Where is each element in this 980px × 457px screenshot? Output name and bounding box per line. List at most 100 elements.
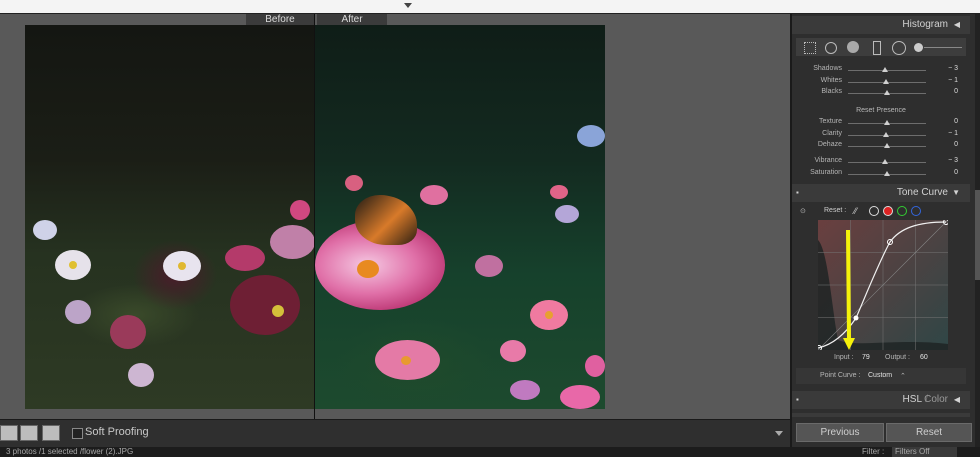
filmstrip-info: 3 photos /1 selected /flower (2).JPG: [6, 447, 134, 456]
brush-slider[interactable]: [924, 47, 962, 48]
slider-label: Whites: [820, 76, 842, 84]
slider-value[interactable]: − 3: [932, 65, 958, 72]
red-channel-icon[interactable]: [883, 206, 893, 216]
after-photo: [315, 25, 605, 409]
slider-knob[interactable]: [884, 90, 890, 95]
collapse-arrow-icon: ▼: [952, 188, 960, 197]
slider-label: Saturation: [810, 168, 842, 176]
presence-reset-label[interactable]: Reset Presence: [792, 107, 970, 114]
filter-label: Filter :: [862, 447, 885, 456]
slider-row: Saturation 0: [792, 169, 970, 180]
tone-curve-title: Tone Curve: [896, 187, 948, 198]
slider-knob[interactable]: [881, 159, 888, 164]
filter-dropdown[interactable]: Filters Off: [892, 447, 957, 457]
slider-row: Blacks 0: [792, 88, 970, 99]
slider-value[interactable]: − 3: [932, 157, 958, 164]
rgb-channel-icon[interactable]: [869, 206, 879, 216]
tone-curve-graph[interactable]: [818, 220, 948, 350]
slider-knob[interactable]: [884, 143, 890, 148]
slider-value[interactable]: − 1: [932, 130, 958, 137]
output-value: 60: [920, 354, 928, 361]
flower: [500, 340, 526, 362]
filmstrip-bar: 3 photos /1 selected /flower (2).JPG Fil…: [0, 447, 980, 457]
curve-point-selected[interactable]: [853, 315, 859, 321]
parametric-curve-icon[interactable]: ⁄⁄: [854, 207, 863, 216]
crop-overlay-icon[interactable]: [804, 42, 816, 54]
flower: [510, 380, 540, 400]
slider-row: Shadows − 3: [792, 65, 970, 76]
swap-settings-icon[interactable]: [42, 425, 60, 441]
flower: [475, 255, 503, 277]
flower: [225, 245, 265, 271]
split-divider[interactable]: [314, 14, 315, 419]
point-curve-dropdown[interactable]: Custom: [868, 372, 892, 379]
slider-knob[interactable]: [883, 131, 890, 137]
flower-center: [272, 305, 284, 317]
green-channel-icon[interactable]: [897, 206, 907, 216]
photo-compare[interactable]: [25, 25, 605, 409]
before-label: Before: [246, 14, 314, 25]
panel-toggle-icon[interactable]: ▪: [796, 391, 799, 409]
histogram-title: Histogram: [902, 19, 948, 30]
color-tab[interactable]: Color: [924, 391, 948, 409]
previous-button[interactable]: Previous: [796, 423, 884, 442]
spot-removal-icon[interactable]: [825, 42, 837, 54]
flower-center: [357, 260, 379, 278]
slider-value[interactable]: 0: [932, 88, 958, 95]
tool-strip: [796, 38, 966, 56]
histogram-header[interactable]: Histogram ◀: [792, 16, 970, 34]
flower: [55, 250, 91, 280]
input-value: 79: [862, 354, 870, 361]
hsl-color-header[interactable]: ▪ HSL / Color ◀: [792, 391, 970, 409]
slider-value[interactable]: − 1: [932, 77, 958, 84]
panel-toggle-icon[interactable]: ▪: [796, 184, 799, 202]
slider-value[interactable]: 0: [932, 141, 958, 148]
flower: [550, 185, 568, 199]
flower-center: [545, 311, 553, 319]
slider-label: Shadows: [813, 65, 842, 72]
swap-before-after-icon[interactable]: [0, 425, 18, 441]
input-label: Input :: [834, 354, 854, 361]
copy-settings-icon[interactable]: [20, 425, 38, 441]
bottom-toolbar: Soft Proofing: [0, 419, 790, 447]
flower: [420, 185, 448, 205]
reset-button[interactable]: Reset: [886, 423, 972, 442]
panel-collapse-icon[interactable]: [404, 3, 412, 8]
slider-knob[interactable]: [884, 120, 890, 125]
slider-value[interactable]: 0: [932, 169, 958, 176]
toolbar-menu-icon[interactable]: [775, 431, 783, 436]
slider-value[interactable]: 0: [932, 118, 958, 125]
top-bar: [0, 0, 980, 14]
blue-channel-icon[interactable]: [911, 206, 921, 216]
flower: [110, 315, 146, 349]
collapse-arrow-icon: ◀: [953, 395, 960, 404]
flower-center: [401, 356, 411, 365]
flower: [585, 355, 605, 377]
slider-label: Blacks: [821, 88, 842, 95]
flower: [345, 175, 363, 191]
slider-label: Dehaze: [817, 141, 842, 148]
slider-knob[interactable]: [883, 78, 890, 84]
slider-knob[interactable]: [884, 170, 890, 176]
slider-row: Whites − 1: [792, 77, 970, 88]
slider-knob[interactable]: [881, 67, 888, 72]
tone-curve-reset[interactable]: Reset :: [824, 207, 846, 214]
graduated-filter-icon[interactable]: [873, 41, 881, 55]
flower: [163, 251, 201, 281]
adjustment-brush-icon[interactable]: [914, 43, 923, 52]
flower: [65, 300, 91, 324]
flower: [290, 200, 310, 220]
target-adjust-icon[interactable]: ⊙: [800, 207, 806, 215]
panel-scroll-thumb[interactable]: [975, 190, 980, 280]
soft-proofing-checkbox[interactable]: [72, 428, 83, 439]
output-label: Output :: [885, 354, 910, 361]
slider-row: Clarity − 1: [792, 130, 970, 141]
hsl-tab[interactable]: HSL: [903, 391, 922, 409]
tone-curve-header[interactable]: ▪ Tone Curve ▼: [792, 184, 970, 202]
dropdown-chevron-icon[interactable]: ⌃: [900, 372, 906, 380]
slider-row: Dehaze 0: [792, 141, 970, 152]
red-eye-icon[interactable]: [847, 41, 859, 53]
flower: [230, 275, 300, 335]
radial-filter-icon[interactable]: [892, 41, 906, 55]
flower: [33, 220, 57, 240]
